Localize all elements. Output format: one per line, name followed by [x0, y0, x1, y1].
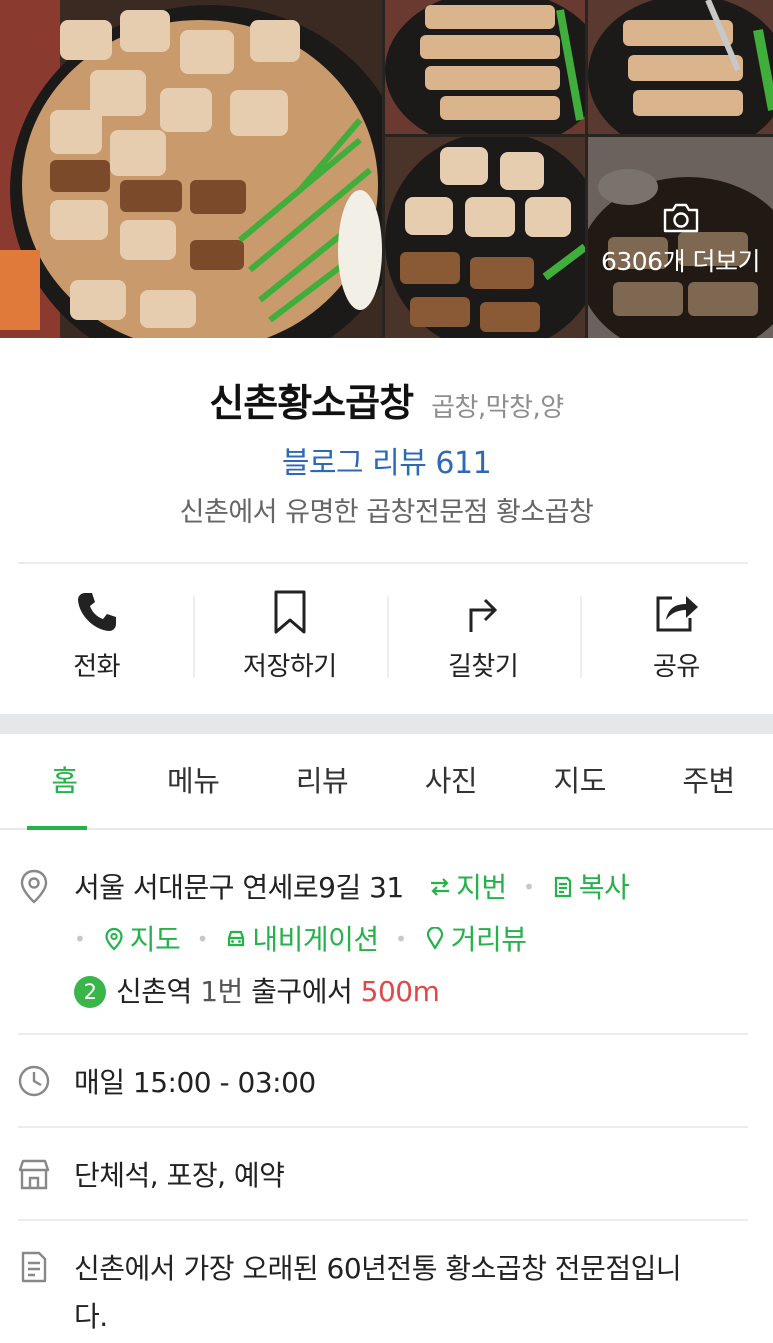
section-band	[0, 714, 773, 734]
dot-separator: •	[196, 927, 209, 951]
tab-photo[interactable]: 사진	[386, 734, 515, 828]
subway-station: 신촌역	[116, 975, 192, 1008]
action-label: 길찾기	[447, 652, 519, 682]
map-pin-icon	[105, 927, 123, 951]
action-label: 공유	[652, 652, 700, 682]
address-text: 서울 서대문구 연세로9길 31	[74, 871, 404, 904]
car-icon	[228, 930, 245, 947]
place-name: 신촌황소곱창	[209, 381, 414, 425]
dot-separator: •	[523, 875, 535, 899]
subway-exit-suffix: 출구에서	[251, 975, 353, 1008]
subway-exit: 1번	[200, 975, 243, 1008]
address-section: 서울 서대문구 연세로9길 31 지번 • 복사 • 지도 • 내비게이션 • …	[0, 832, 773, 1032]
tab-map[interactable]: 지도	[515, 734, 644, 828]
save-button[interactable]: 저장하기	[193, 566, 386, 714]
gallery-photo[interactable]	[385, 137, 585, 338]
title-row: 신촌황소곱창 곱창,막창,양	[0, 372, 773, 427]
clock-icon	[18, 1065, 50, 1097]
jibun-toggle[interactable]: 지번	[428, 871, 507, 904]
dot-separator: •	[74, 927, 86, 951]
place-description: 신촌에서 유명한 곱창전문점 황소곱창	[179, 497, 594, 528]
camera-icon	[663, 203, 698, 232]
map-link[interactable]: 지도	[102, 923, 181, 956]
bookmark-icon	[274, 590, 306, 634]
blog-review-link[interactable]: 블로그 리뷰 611	[0, 438, 773, 482]
navigation-label: 내비게이션	[252, 923, 379, 956]
more-photos-overlay[interactable]: 6306개 더보기	[588, 137, 773, 338]
store-icon	[18, 1159, 50, 1190]
tab-nearby[interactable]: 주변	[644, 734, 773, 828]
address-links: • 지도 • 내비게이션 • 거리뷰	[74, 918, 527, 958]
directions-button[interactable]: 길찾기	[386, 566, 580, 714]
facilities-text: 단체석, 포장, 예약	[74, 1159, 285, 1192]
divider	[18, 562, 748, 564]
directions-icon	[469, 598, 498, 632]
dot-separator: •	[395, 927, 407, 951]
tab-menu[interactable]: 메뉴	[129, 734, 258, 828]
share-icon	[656, 596, 699, 632]
call-button[interactable]: 전화	[0, 566, 193, 714]
hours-section: 매일 15:00 - 03:00	[0, 1035, 773, 1127]
copy-label: 복사	[578, 871, 630, 904]
document-icon	[21, 1251, 47, 1283]
photo-gallery: 6306개 더보기	[0, 0, 773, 338]
streetview-link[interactable]: 거리뷰	[423, 923, 527, 956]
action-bar: 전화 저장하기 길찾기 공유	[0, 566, 773, 714]
phone-icon	[77, 593, 116, 631]
more-photos-count: 6306개 더보기	[600, 246, 761, 276]
swap-icon	[431, 878, 450, 896]
share-button[interactable]: 공유	[579, 566, 773, 714]
gallery-photo[interactable]	[385, 0, 585, 134]
tab-bar: 홈 메뉴 리뷰 사진 지도 주변	[0, 734, 773, 830]
action-label: 저장하기	[243, 652, 337, 682]
subway-distance: 500m	[360, 975, 440, 1008]
place-category: 곱창,막창,양	[431, 393, 564, 423]
copy-button[interactable]: 복사	[551, 871, 630, 904]
main-photo[interactable]	[0, 0, 382, 338]
intro-text-line1: 신촌에서 가장 오래된 60년전통 황소곱창 전문점입니	[74, 1252, 682, 1285]
copy-icon	[554, 876, 571, 898]
navigation-link[interactable]: 내비게이션	[224, 923, 379, 956]
subway-line-badge: 2	[74, 976, 106, 1008]
business-hours: 매일 15:00 - 03:00	[74, 1066, 316, 1099]
map-label: 지도	[129, 923, 181, 956]
streetview-label: 거리뷰	[450, 923, 527, 956]
streetview-icon	[426, 927, 443, 950]
facilities-section: 단체석, 포장, 예약	[0, 1128, 773, 1220]
intro-section: 신촌에서 가장 오래된 60년전통 황소곱창 전문점입니 다.	[0, 1221, 773, 1343]
jibun-label: 지번	[456, 871, 507, 904]
location-pin-icon	[20, 869, 48, 904]
more-photos[interactable]: 6306개 더보기	[588, 137, 773, 338]
tab-home[interactable]: 홈	[0, 734, 129, 830]
tab-review[interactable]: 리뷰	[258, 734, 387, 828]
gallery-photo[interactable]	[588, 0, 773, 134]
subway-info: 2 신촌역 1번 출구에서 500m	[74, 970, 440, 1010]
action-label: 전화	[73, 652, 121, 682]
intro-text-line2: 다.	[74, 1300, 108, 1333]
place-header: 신촌황소곱창 곱창,막창,양 블로그 리뷰 611 신촌에서 유명한 곱창전문점…	[0, 338, 773, 564]
address-line: 서울 서대문구 연세로9길 31 지번 • 복사	[74, 866, 630, 906]
